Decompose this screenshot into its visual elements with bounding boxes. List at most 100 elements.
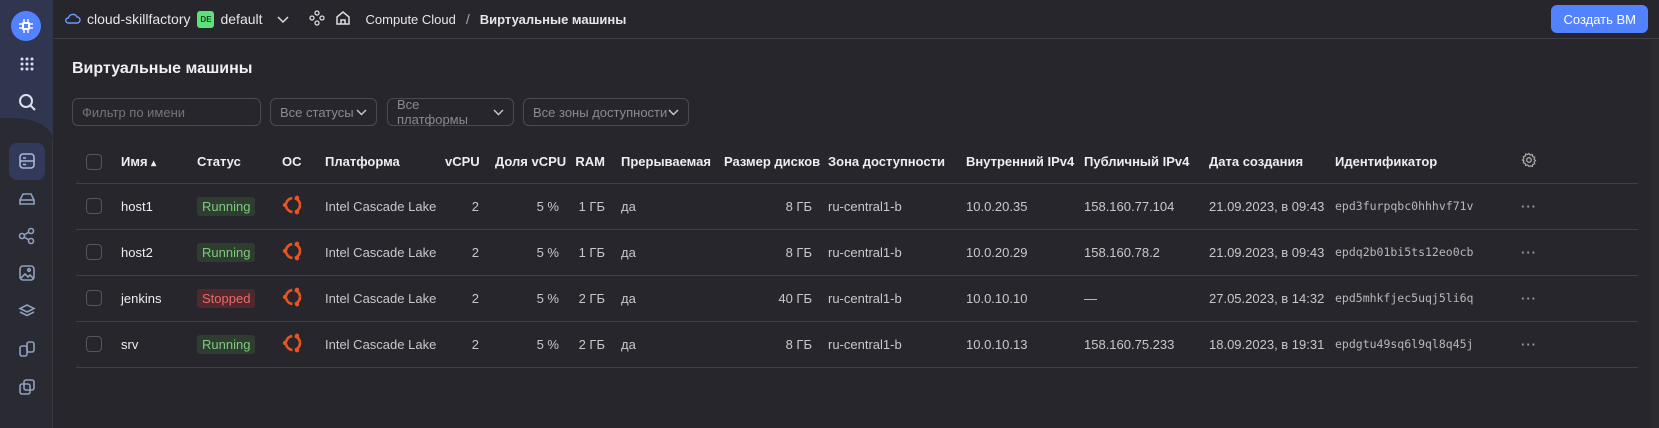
- apps-grid-icon[interactable]: [18, 55, 36, 73]
- platform: Intel Cascade Lake: [317, 183, 437, 230]
- vcpu-share: 5 %: [487, 275, 567, 322]
- vm-name[interactable]: host1: [113, 183, 189, 230]
- zone-filter-select[interactable]: Все зоны доступности: [523, 98, 689, 126]
- chevron-down-icon: [493, 109, 504, 115]
- row-checkbox[interactable]: [86, 244, 102, 261]
- table-row[interactable]: host2 Running Intel Cascade Lake 2 5 % 1…: [76, 229, 1638, 276]
- column-header-name[interactable]: Имя ▴: [113, 140, 189, 184]
- chevron-down-icon[interactable]: [277, 11, 289, 27]
- row-checkbox[interactable]: [86, 290, 102, 307]
- table-settings-button[interactable]: [1505, 140, 1638, 184]
- column-header-status[interactable]: Статус: [189, 140, 274, 184]
- cloud-logo-icon[interactable]: [11, 11, 41, 41]
- services-icon[interactable]: [308, 9, 325, 29]
- vcpu-share: 5 %: [487, 183, 567, 230]
- vm-id: epdq2b01bi5ts12eo0cb: [1327, 229, 1505, 276]
- ram: 1 ГБ: [567, 229, 613, 276]
- vm-id: epd3furpqbc0hhhvf71v: [1327, 183, 1505, 230]
- ubuntu-icon: [282, 194, 304, 219]
- name-filter-input[interactable]: [72, 98, 261, 126]
- more-actions-icon[interactable]: ···: [1521, 245, 1537, 260]
- image-icon[interactable]: [18, 264, 36, 282]
- layers-icon[interactable]: [18, 302, 36, 320]
- more-actions-icon[interactable]: ···: [1521, 337, 1537, 352]
- column-label: Имя: [121, 153, 148, 169]
- public-ip: 158.160.77.104: [1076, 183, 1201, 230]
- row-checkbox[interactable]: [86, 198, 102, 215]
- copy-icon[interactable]: [18, 378, 36, 396]
- status-badge: Running: [197, 196, 256, 216]
- disk-size: 8 ГБ: [716, 229, 820, 276]
- column-header-platform[interactable]: Платформа: [317, 140, 437, 184]
- column-header-vcpu-share[interactable]: Доля vCPU: [487, 140, 567, 184]
- status-filter-select[interactable]: Все статусы: [270, 98, 377, 126]
- breadcrumb-current: Виртуальные машины: [479, 11, 627, 27]
- zone: ru-central1-b: [820, 229, 958, 276]
- column-header-zone[interactable]: Зона доступности: [820, 140, 958, 184]
- server-icon[interactable]: [18, 152, 36, 170]
- internal-ip: 10.0.20.29: [958, 229, 1076, 276]
- vcpu: 2: [437, 321, 487, 368]
- column-header-id[interactable]: Идентификатор: [1327, 140, 1505, 184]
- preemptible: да: [613, 321, 716, 368]
- column-header-internal-ip[interactable]: Внутренний IPv4: [958, 140, 1076, 184]
- platform-filter-select[interactable]: Все платформы: [387, 97, 514, 127]
- more-actions-icon[interactable]: ···: [1521, 291, 1537, 306]
- created-date: 21.09.2023, в 09:43: [1201, 183, 1327, 230]
- zone: ru-central1-b: [820, 183, 958, 230]
- table-header-row: Имя ▴ Статус ОС Платформа vCPU Доля vCPU…: [76, 140, 1638, 184]
- instance-groups-icon[interactable]: [18, 340, 36, 358]
- vm-name[interactable]: srv: [113, 321, 189, 368]
- row-checkbox[interactable]: [86, 336, 102, 353]
- more-actions-icon[interactable]: ···: [1521, 199, 1537, 214]
- column-header-preemptible[interactable]: Прерываемая: [613, 140, 716, 184]
- column-header-ram[interactable]: RAM: [567, 140, 613, 184]
- create-vm-button[interactable]: Создать ВМ: [1551, 5, 1648, 33]
- column-header-public-ip[interactable]: Публичный IPv4: [1076, 140, 1201, 184]
- column-header-disk-size[interactable]: Размер дисков: [716, 140, 820, 184]
- table-row[interactable]: host1 Running Intel Cascade Lake 2 5 % 1…: [76, 183, 1638, 230]
- disk-size: 8 ГБ: [716, 321, 820, 368]
- preemptible: да: [613, 275, 716, 322]
- vm-id: epdgtu49sq6l9ql8q45j: [1327, 321, 1505, 368]
- disk-icon[interactable]: [18, 190, 36, 208]
- home-icon[interactable]: [335, 10, 351, 29]
- ubuntu-icon: [282, 332, 304, 357]
- disk-size: 8 ГБ: [716, 183, 820, 230]
- folder-name[interactable]: default: [220, 11, 262, 27]
- network-icon[interactable]: [18, 227, 36, 245]
- vm-name[interactable]: host2: [113, 229, 189, 276]
- zone: ru-central1-b: [820, 321, 958, 368]
- internal-ip: 10.0.10.13: [958, 321, 1076, 368]
- platform-filter-value: Все платформы: [397, 97, 468, 127]
- column-header-os[interactable]: ОС: [274, 140, 317, 184]
- select-all-checkbox[interactable]: [86, 153, 102, 170]
- platform: Intel Cascade Lake: [317, 275, 437, 322]
- status-badge: Stopped: [197, 288, 256, 308]
- ram: 2 ГБ: [567, 275, 613, 322]
- table-row[interactable]: srv Running Intel Cascade Lake 2 5 % 2 Г…: [76, 321, 1638, 368]
- vcpu: 2: [437, 183, 487, 230]
- table-row[interactable]: jenkins Stopped Intel Cascade Lake 2 5 %…: [76, 275, 1638, 322]
- ubuntu-icon: [282, 240, 304, 265]
- ram: 2 ГБ: [567, 321, 613, 368]
- preemptible: да: [613, 229, 716, 276]
- platform: Intel Cascade Lake: [317, 321, 437, 368]
- page-title: Виртуальные машины: [72, 60, 253, 77]
- vm-id: epd5mhkfjec5uqj5li6q: [1327, 275, 1505, 322]
- column-header-created[interactable]: Дата создания: [1201, 140, 1327, 184]
- platform: Intel Cascade Lake: [317, 229, 437, 276]
- ram: 1 ГБ: [567, 183, 613, 230]
- public-ip: 158.160.78.2: [1076, 229, 1201, 276]
- ubuntu-icon: [282, 286, 304, 311]
- breadcrumb-service[interactable]: Compute Cloud: [366, 12, 456, 27]
- column-header-vcpu[interactable]: vCPU: [437, 140, 487, 184]
- created-date: 27.05.2023, в 14:32: [1201, 275, 1327, 322]
- chevron-down-icon: [668, 109, 679, 115]
- public-ip: 158.160.75.233: [1076, 321, 1201, 368]
- cloud-name[interactable]: cloud-skillfactory: [87, 11, 190, 27]
- sort-asc-icon: ▴: [151, 157, 157, 169]
- scrollbar[interactable]: [1651, 40, 1659, 428]
- search-icon[interactable]: [18, 93, 36, 111]
- vm-name[interactable]: jenkins: [113, 275, 189, 322]
